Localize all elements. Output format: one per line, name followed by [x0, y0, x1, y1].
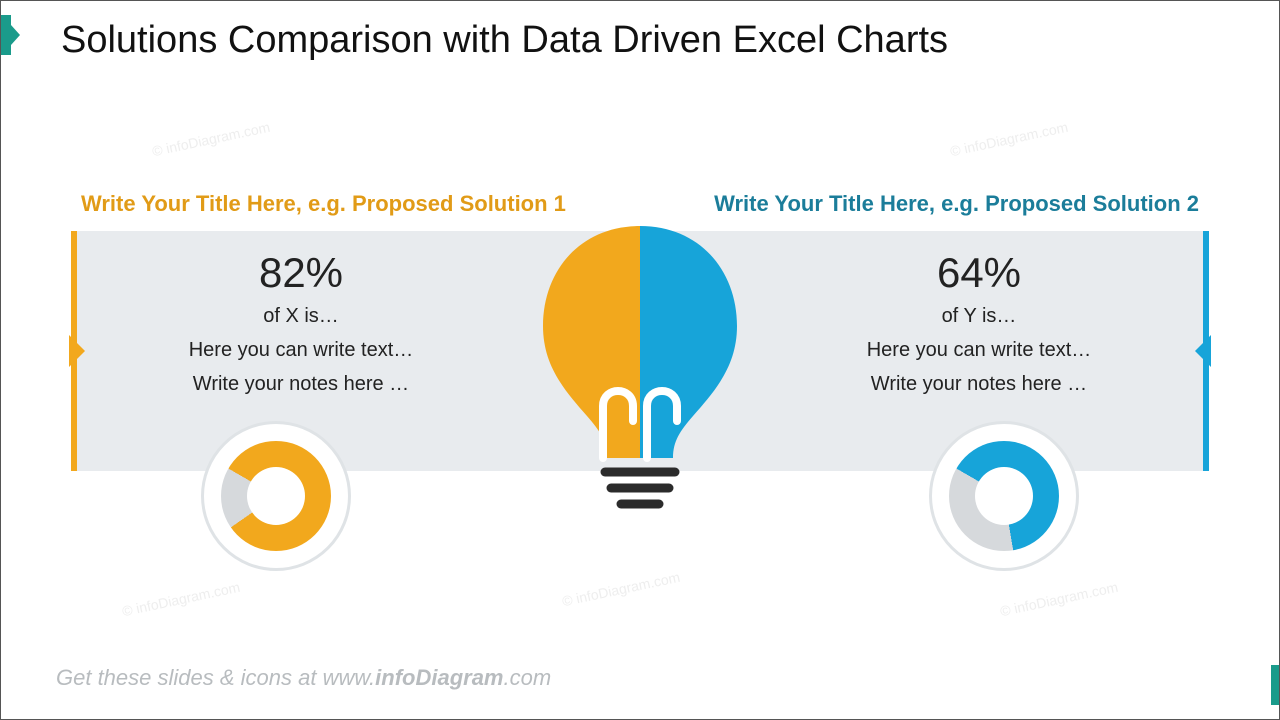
solution2-line1: of Y is…: [789, 301, 1169, 331]
slide: Solutions Comparison with Data Driven Ex…: [0, 0, 1280, 720]
slide-title: Solutions Comparison with Data Driven Ex…: [61, 19, 948, 62]
band-arrow-right-icon: [1195, 335, 1211, 367]
solution2-line3: Write your notes here …: [789, 369, 1169, 399]
band-arrow-left-icon: [69, 335, 85, 367]
solution1-line2: Here you can write text…: [111, 335, 491, 365]
slide-accent-left: [1, 15, 11, 55]
watermark: © infoDiagram.com: [949, 119, 1070, 160]
watermark: © infoDiagram.com: [151, 119, 272, 160]
solution1-percent: 82%: [111, 249, 491, 297]
solution1-heading: Write Your Title Here, e.g. Proposed Sol…: [81, 191, 566, 217]
solution1-line3: Write your notes here …: [111, 369, 491, 399]
solution2-heading: Write Your Title Here, e.g. Proposed Sol…: [714, 191, 1199, 217]
solution1-donut-chart: [221, 441, 331, 551]
solution1-donut-frame: [201, 421, 351, 571]
watermark: © infoDiagram.com: [121, 579, 242, 620]
watermark: © infoDiagram.com: [561, 569, 682, 610]
solution2-percent: 64%: [789, 249, 1169, 297]
slide-accent-right: [1271, 665, 1279, 705]
footer-attribution: Get these slides & icons at www.infoDiag…: [56, 665, 551, 691]
solution2-column: 64% of Y is… Here you can write text… Wr…: [789, 249, 1169, 399]
watermark: © infoDiagram.com: [999, 579, 1120, 620]
footer-suffix: .com: [504, 665, 552, 690]
solution1-line1: of X is…: [111, 301, 491, 331]
lightbulb-icon: [525, 216, 755, 516]
solution2-line2: Here you can write text…: [789, 335, 1169, 365]
solution1-column: 82% of X is… Here you can write text… Wr…: [111, 249, 491, 399]
footer-bold: infoDiagram: [375, 665, 503, 690]
footer-prefix: Get these slides & icons at www.: [56, 665, 375, 690]
solution2-donut-frame: [929, 421, 1079, 571]
solution2-donut-chart: [949, 441, 1059, 551]
